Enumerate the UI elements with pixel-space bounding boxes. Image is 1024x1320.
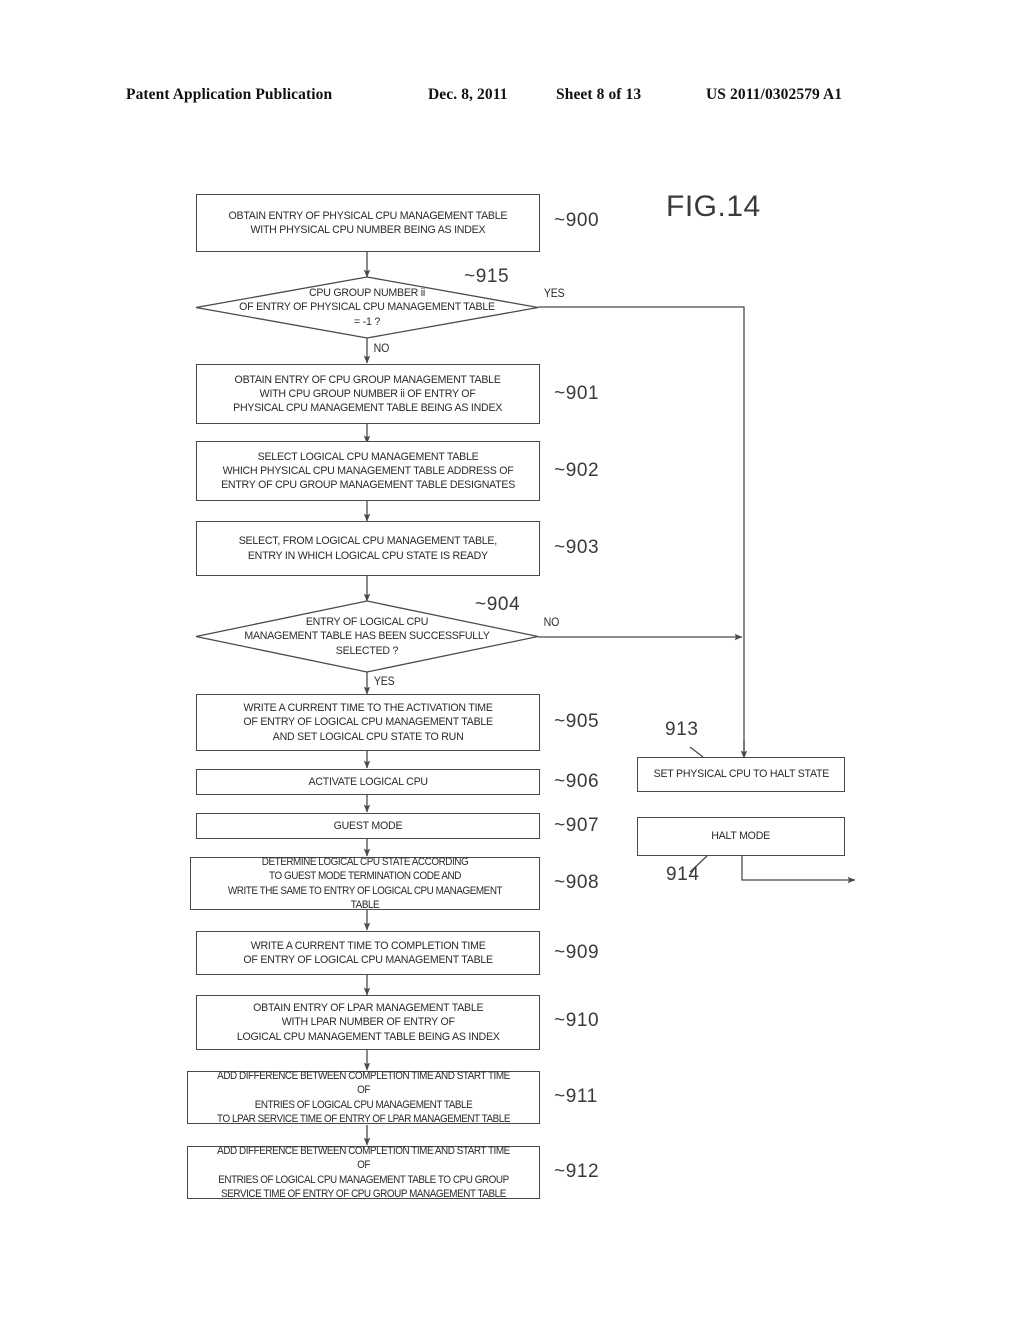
flow-ref-903-value: 903: [565, 537, 600, 558]
flow-ref-903-tilde: ~: [554, 537, 566, 558]
flow-ref-910-value: 910: [565, 1010, 600, 1031]
flow-ref-914: 914: [666, 864, 700, 886]
publication-date: Dec. 8, 2011: [428, 86, 508, 103]
figure-label: FIG.14: [666, 190, 761, 223]
flow-node-903[interactable]: SELECT, FROM LOGICAL CPU MANAGEMENT TABL…: [196, 521, 540, 576]
flow-node-912-text: ADD DIFFERENCE BETWEEN COMPLETION TIME A…: [217, 1145, 510, 1200]
flow-ref-915-value: 915: [475, 266, 510, 287]
flow-ref-912-value: 912: [565, 1161, 600, 1182]
publication-title: Patent Application Publication: [126, 86, 333, 103]
flow-ref-910: ~910: [554, 1010, 599, 1032]
flow-ref-905-tilde: ~: [554, 711, 566, 732]
flow-node-901[interactable]: OBTAIN ENTRY OF CPU GROUP MANAGEMENT TAB…: [196, 364, 540, 424]
flow-node-907[interactable]: GUEST MODE: [196, 813, 540, 839]
flow-ref-909: ~909: [554, 942, 599, 964]
flow-node-907-text: GUEST MODE: [333, 819, 403, 832]
flow-ref-906-tilde: ~: [554, 771, 566, 792]
flow-ref-915-tilde: ~: [464, 266, 476, 287]
flow-ref-903: ~903: [554, 537, 599, 559]
flow-ref-908: ~908: [554, 872, 599, 894]
flow-ref-902-value: 902: [565, 460, 600, 481]
flow-ref-907-value: 907: [565, 815, 600, 836]
flow-ref-901-value: 901: [565, 383, 600, 404]
flow-node-914[interactable]: HALT MODE: [637, 817, 845, 856]
flow-ref-905-value: 905: [565, 711, 600, 732]
flow-ref-902: ~902: [554, 460, 599, 482]
flow-branch-915-no: NO: [373, 343, 390, 355]
flow-node-909[interactable]: WRITE A CURRENT TIME TO COMPLETION TIME …: [196, 931, 540, 975]
sheet-number: Sheet 8 of 13: [556, 86, 642, 103]
flow-ref-907-tilde: ~: [554, 815, 566, 836]
flow-ref-902-tilde: ~: [554, 460, 566, 481]
flow-node-900-text: OBTAIN ENTRY OF PHYSICAL CPU MANAGEMENT …: [228, 209, 508, 236]
flow-node-901-text: OBTAIN ENTRY OF CPU GROUP MANAGEMENT TAB…: [233, 373, 503, 415]
flow-ref-914-value: 914: [666, 864, 700, 885]
flow-branch-904-yes: YES: [373, 676, 395, 688]
flow-ref-913: 913: [665, 719, 699, 741]
flow-ref-904-value: 904: [486, 594, 521, 615]
flow-node-905[interactable]: WRITE A CURRENT TIME TO THE ACTIVATION T…: [196, 694, 540, 751]
publication-number: US 2011/0302579 A1: [706, 86, 843, 103]
flow-ref-911-tilde: ~: [554, 1086, 566, 1107]
flow-ref-911: ~911: [554, 1086, 598, 1108]
flow-node-906-text: ACTIVATE LOGICAL CPU: [308, 775, 428, 788]
flow-ref-900: ~900: [554, 210, 599, 232]
flow-ref-907: ~907: [554, 815, 599, 837]
flow-node-912[interactable]: ADD DIFFERENCE BETWEEN COMPLETION TIME A…: [187, 1145, 540, 1200]
flow-ref-908-value: 908: [565, 872, 600, 893]
flow-node-902-text: SELECT LOGICAL CPU MANAGEMENT TABLE WHIC…: [220, 450, 516, 492]
flow-ref-905: ~905: [554, 711, 599, 733]
flow-ref-906: ~906: [554, 771, 599, 793]
flow-ref-911-value: 911: [565, 1086, 598, 1107]
flow-node-911-text: ADD DIFFERENCE BETWEEN COMPLETION TIME A…: [217, 1070, 510, 1125]
flow-ref-912: ~912: [554, 1161, 599, 1183]
flow-ref-901-tilde: ~: [554, 383, 566, 404]
page-header: Patent Application Publication Dec. 8, 2…: [0, 86, 1024, 110]
flow-node-908-text: DETERMINE LOGICAL CPU STATE ACCORDING TO…: [227, 856, 503, 911]
flow-branch-904-no: NO: [543, 617, 560, 629]
flow-ref-909-tilde: ~: [554, 942, 566, 963]
flow-node-914-text: HALT MODE: [711, 830, 771, 843]
flow-ref-904-tilde: ~: [475, 594, 487, 615]
flow-ref-900-value: 900: [565, 210, 600, 231]
flow-node-910-text: OBTAIN ENTRY OF LPAR MANAGEMENT TABLE WI…: [236, 1002, 500, 1043]
flow-ref-900-tilde: ~: [554, 210, 566, 231]
flow-node-905-text: WRITE A CURRENT TIME TO THE ACTIVATION T…: [243, 702, 493, 743]
flow-branch-915-yes: YES: [543, 288, 565, 300]
flow-node-902[interactable]: SELECT LOGICAL CPU MANAGEMENT TABLE WHIC…: [196, 441, 540, 501]
flow-node-906[interactable]: ACTIVATE LOGICAL CPU: [196, 769, 540, 795]
flow-ref-904: ~904: [475, 594, 520, 616]
flow-ref-910-tilde: ~: [554, 1010, 566, 1031]
flow-ref-913-value: 913: [665, 719, 699, 740]
flow-node-903-text: SELECT, FROM LOGICAL CPU MANAGEMENT TABL…: [238, 535, 498, 562]
flow-node-913[interactable]: SET PHYSICAL CPU TO HALT STATE: [637, 757, 845, 792]
flow-ref-912-tilde: ~: [554, 1161, 566, 1182]
flow-ref-906-value: 906: [565, 771, 600, 792]
flow-ref-915: ~915: [464, 266, 509, 288]
flow-node-910[interactable]: OBTAIN ENTRY OF LPAR MANAGEMENT TABLE WI…: [196, 995, 540, 1050]
flow-node-900[interactable]: OBTAIN ENTRY OF PHYSICAL CPU MANAGEMENT …: [196, 194, 540, 252]
flow-node-913-text: SET PHYSICAL CPU TO HALT STATE: [653, 768, 829, 781]
flow-node-909-text: WRITE A CURRENT TIME TO COMPLETION TIME …: [243, 939, 493, 966]
flow-ref-909-value: 909: [565, 942, 600, 963]
flow-ref-901: ~901: [554, 383, 599, 405]
flow-node-908[interactable]: DETERMINE LOGICAL CPU STATE ACCORDING TO…: [190, 856, 540, 911]
flow-node-911[interactable]: ADD DIFFERENCE BETWEEN COMPLETION TIME A…: [187, 1070, 540, 1125]
flow-ref-908-tilde: ~: [554, 872, 566, 893]
